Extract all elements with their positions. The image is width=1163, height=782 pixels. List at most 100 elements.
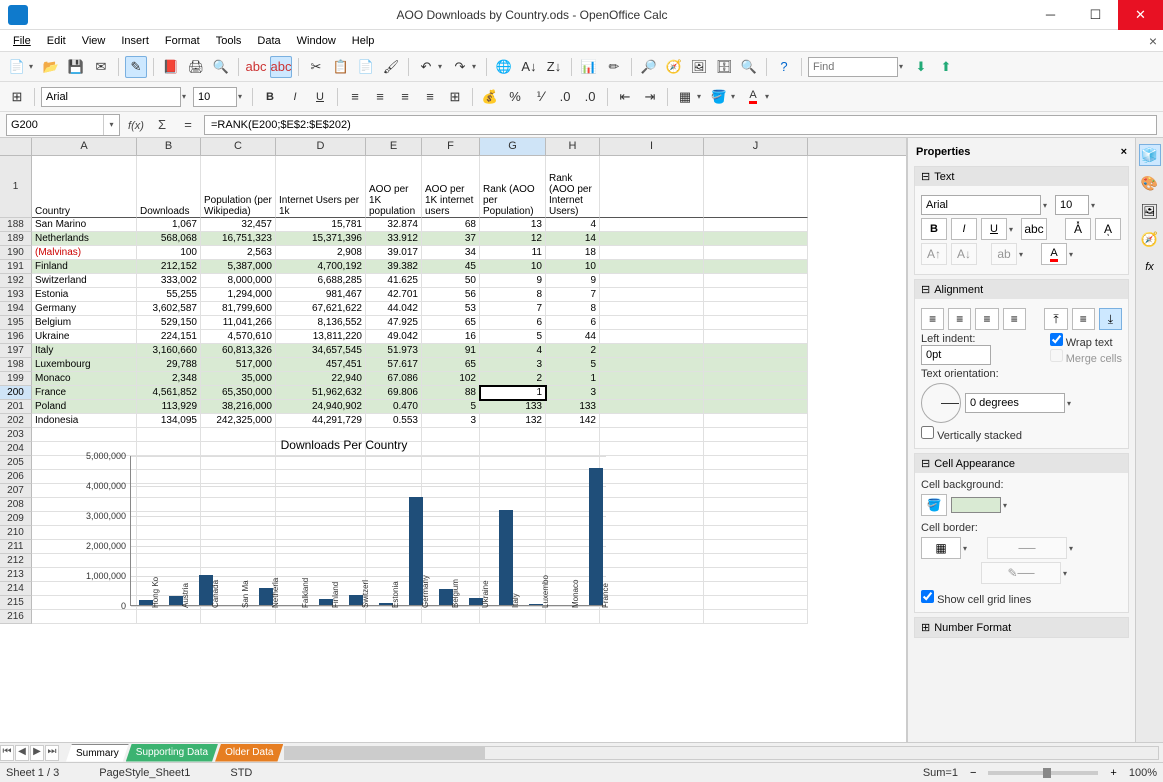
cell[interactable]: 2 [546,344,600,358]
cell[interactable]: 50 [422,274,480,288]
tab-first-icon[interactable]: ⏮ [0,745,14,761]
cell[interactable]: Belgium [32,316,137,330]
cell[interactable]: Internet Users per 1k [276,156,366,218]
sidebar-font-name[interactable] [921,195,1041,215]
edit-mode-icon[interactable]: ✎ [125,56,147,78]
cell[interactable]: 133 [546,400,600,414]
zoom-in-icon[interactable]: + [1110,767,1116,779]
grid-lines-checkbox[interactable] [921,590,934,603]
cell[interactable] [704,554,808,568]
decrease-indent-icon[interactable]: ⇤ [614,86,636,108]
cell[interactable]: AOO per 1K internet users [422,156,480,218]
cell[interactable] [704,582,808,596]
print-icon[interactable]: 🖨 [185,56,207,78]
cell[interactable]: 15,371,396 [276,232,366,246]
align-left-icon[interactable]: ≡ [921,308,944,330]
align-center-icon[interactable]: ≡ [369,86,391,108]
cell[interactable] [704,386,808,400]
format-paint-icon[interactable]: 🖌 [380,56,402,78]
sidebar-fontcolor-icon[interactable]: A [1041,243,1067,265]
col-header[interactable]: H [546,138,600,155]
email-icon[interactable]: ✉ [90,56,112,78]
italic-icon[interactable]: I [284,86,306,108]
border-color-icon[interactable]: ✎── [981,562,1061,584]
sheet-tab-older[interactable]: Older Data [215,744,283,762]
cell[interactable]: 3 [480,358,546,372]
cut-icon[interactable]: ✂ [305,56,327,78]
cell[interactable] [600,316,704,330]
cell[interactable]: 1 [546,372,600,386]
cell[interactable]: 44,291,729 [276,414,366,428]
styles-icon[interactable]: ⊞ [6,86,28,108]
left-indent-input[interactable] [921,345,991,365]
rail-functions-icon[interactable]: fx [1139,256,1161,278]
cell[interactable] [600,372,704,386]
save-icon[interactable]: 💾 [65,56,87,78]
sheet-tab-summary[interactable]: Summary [66,744,129,762]
menu-view[interactable]: View [75,33,113,49]
find-icon[interactable]: 🔎 [638,56,660,78]
cell[interactable]: 142 [546,414,600,428]
export-pdf-icon[interactable]: 📕 [160,56,182,78]
menu-window[interactable]: Window [290,33,343,49]
col-header[interactable]: A [32,138,137,155]
border-preset-icon[interactable]: ▦ [921,537,961,559]
cell[interactable]: 55,255 [137,288,201,302]
cell[interactable]: 57.617 [366,358,422,372]
cell[interactable]: 45 [422,260,480,274]
cell[interactable]: Germany [32,302,137,316]
cell[interactable]: 517,000 [201,358,276,372]
cell[interactable]: (Malvinas) [32,246,137,260]
cell[interactable]: 4 [480,344,546,358]
cell[interactable]: 224,151 [137,330,201,344]
valign-top-icon[interactable]: ⤒ [1044,308,1067,330]
cell[interactable]: 51,962,632 [276,386,366,400]
sidebar-highlight-icon[interactable]: ab [991,243,1017,265]
percent-icon[interactable]: % [504,86,526,108]
col-header[interactable]: E [366,138,422,155]
sheet-tab-supporting[interactable]: Supporting Data [126,744,218,762]
bold-icon[interactable]: B [259,86,281,108]
tab-last-icon[interactable]: ⏭ [45,745,59,761]
cell[interactable] [600,246,704,260]
cell[interactable] [704,428,808,442]
sidebar-shrink-icon[interactable]: A↓ [951,243,977,265]
cell[interactable]: San Marino [32,218,137,232]
cell[interactable] [704,512,808,526]
name-box-dropdown[interactable]: ▾ [103,115,119,135]
cell[interactable]: 5 [422,400,480,414]
cell[interactable]: 41.625 [366,274,422,288]
cell[interactable] [704,442,808,456]
borders-icon[interactable]: ▦ [674,86,696,108]
font-name-input[interactable] [41,87,181,107]
cell[interactable] [600,302,704,316]
sidebar-italic-icon[interactable]: I [951,218,977,240]
cell[interactable] [704,456,808,470]
cell[interactable] [704,414,808,428]
formula-input[interactable] [204,115,1157,135]
cell[interactable]: 29,788 [137,358,201,372]
preview-icon[interactable]: 🔍 [210,56,232,78]
bg-swatch[interactable] [951,497,1001,513]
cell[interactable]: 47.925 [366,316,422,330]
cell[interactable] [704,330,808,344]
vstack-checkbox[interactable] [921,426,934,439]
cell[interactable]: 14 [546,232,600,246]
cell[interactable]: 333,002 [137,274,201,288]
cell[interactable]: 4,570,610 [201,330,276,344]
cell[interactable]: 88 [422,386,480,400]
redo-icon[interactable]: ↷ [449,56,471,78]
cell[interactable]: 113,929 [137,400,201,414]
wrap-text-checkbox[interactable] [1050,333,1063,346]
col-header[interactable]: B [137,138,201,155]
cell[interactable]: 32.874 [366,218,422,232]
cell[interactable]: 9 [480,274,546,288]
cell[interactable]: 12 [480,232,546,246]
cell[interactable]: 33.912 [366,232,422,246]
status-zoom[interactable]: 100% [1129,767,1157,779]
bg-color-button[interactable]: 🪣 [921,494,947,516]
rail-gallery-icon[interactable]: 🖼 [1139,200,1161,222]
col-header[interactable]: I [600,138,704,155]
cell[interactable] [600,400,704,414]
orientation-dial[interactable] [921,383,961,423]
